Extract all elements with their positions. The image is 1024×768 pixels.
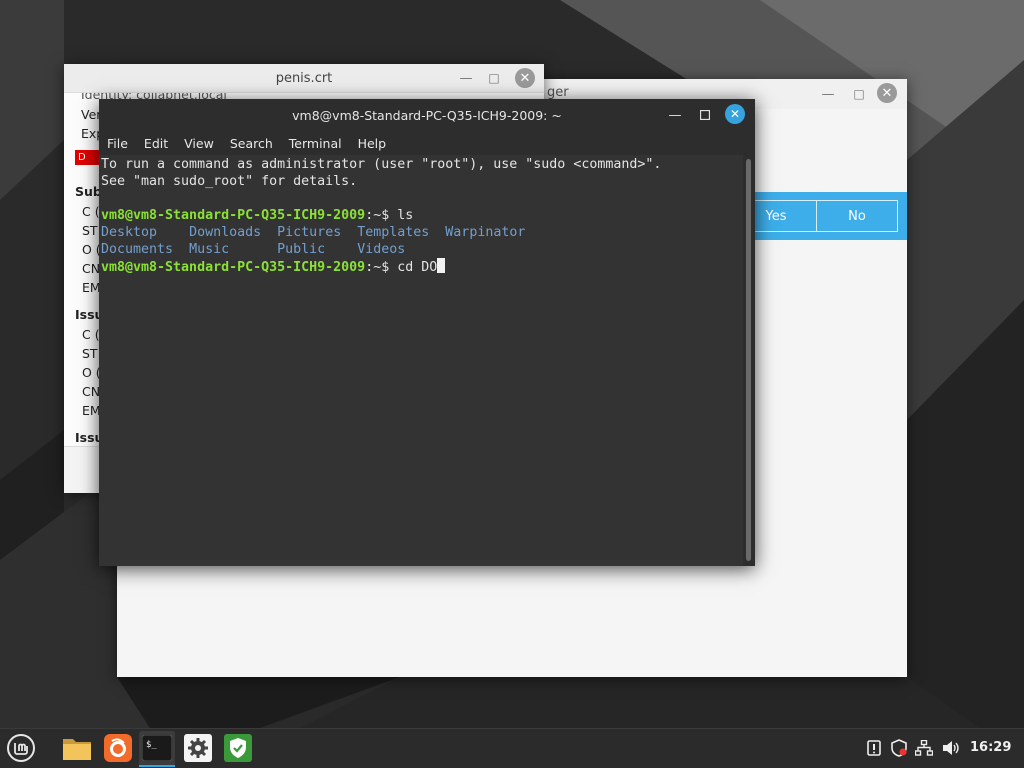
issuer-cn: CN [82, 384, 101, 399]
window-title-fragment: ger [547, 85, 569, 100]
network-icon[interactable] [914, 738, 934, 758]
dir-entry: Videos [357, 242, 406, 257]
maximize-button[interactable]: □ [850, 85, 868, 103]
maximize-button[interactable] [697, 107, 713, 123]
ls-output-row: Documents Music Public Videos [101, 241, 743, 258]
intro-line: See "man sudo_root" for details. [101, 174, 358, 189]
subject-o: O ( [82, 242, 101, 257]
menu-icon[interactable] [6, 733, 36, 763]
command-text: cd DO [397, 260, 438, 275]
terminal-icon[interactable]: $_ [142, 733, 172, 763]
dir-entry: Music [189, 242, 230, 257]
menu-search[interactable]: Search [222, 136, 281, 151]
issuer-st: ST [82, 346, 98, 361]
minimize-button[interactable]: — [458, 70, 474, 86]
svg-text:$_: $_ [146, 740, 157, 750]
terminal-window: vm8@vm8-Standard-PC-Q35-ICH9-2009: ~ — ✕… [99, 99, 755, 566]
prompt-line: vm8@vm8-Standard-PC-Q35-ICH9-2009:~$ cd … [101, 258, 743, 275]
minimize-button[interactable]: — [667, 107, 683, 123]
close-button[interactable]: ✕ [725, 104, 745, 124]
dir-entry: Desktop [101, 225, 158, 240]
menu-terminal[interactable]: Terminal [281, 136, 350, 151]
terminal-scrollbar[interactable] [744, 155, 755, 566]
shield-icon[interactable] [889, 738, 909, 758]
dir-entry: Templates [357, 225, 430, 240]
subject-cn: CN [82, 261, 101, 276]
volume-icon[interactable] [940, 738, 962, 758]
maximize-button[interactable]: □ [486, 70, 502, 86]
subject-c: C ( [82, 204, 100, 219]
issuer-em: EM [82, 403, 101, 418]
menu-help[interactable]: Help [350, 136, 395, 151]
menu-view[interactable]: View [176, 136, 222, 151]
window-title: vm8@vm8-Standard-PC-Q35-ICH9-2009: ~ [292, 107, 562, 123]
menu-file[interactable]: File [99, 136, 136, 151]
files-icon[interactable] [62, 733, 92, 763]
update-manager-icon[interactable] [223, 733, 253, 763]
dir-entry: Public [277, 242, 326, 257]
notification-icon[interactable] [864, 738, 884, 758]
settings-icon[interactable] [183, 733, 213, 763]
prompt-line: vm8@vm8-Standard-PC-Q35-ICH9-2009:~$ ls [101, 207, 743, 224]
clock[interactable]: 16:29 [970, 740, 1011, 755]
taskbar: $_ 16:29 [0, 728, 1024, 768]
active-indicator [139, 765, 175, 767]
no-button[interactable]: No [816, 200, 898, 232]
command-text: ls [397, 208, 414, 223]
prompt-path: :~$ [365, 208, 398, 223]
minimize-button[interactable]: — [819, 85, 837, 103]
prompt-user: vm8@vm8-Standard-PC-Q35-ICH9-2009 [101, 208, 366, 223]
close-button[interactable]: ✕ [515, 68, 535, 88]
menu-edit[interactable]: Edit [136, 136, 176, 151]
scrollbar-thumb[interactable] [746, 159, 751, 561]
issuer-c: C ( [82, 327, 100, 342]
subject-st: ST [82, 223, 98, 238]
text-cursor [437, 258, 446, 273]
firefox-icon[interactable] [103, 733, 133, 763]
dir-entry: Warpinator [445, 225, 526, 240]
dir-entry: Downloads [189, 225, 262, 240]
issuer-o: O ( [82, 365, 101, 380]
terminal-output[interactable]: To run a command as administrator (user … [99, 155, 743, 566]
intro-line: To run a command as administrator (user … [101, 157, 662, 172]
dir-entry: Documents [101, 242, 174, 257]
prompt-user: vm8@vm8-Standard-PC-Q35-ICH9-2009 [101, 260, 366, 275]
terminal-titlebar[interactable]: vm8@vm8-Standard-PC-Q35-ICH9-2009: ~ [99, 99, 755, 131]
terminal-menubar: File Edit View Search Terminal Help [99, 131, 755, 155]
window-title: penis.crt [275, 70, 333, 86]
prompt-path: :~$ [365, 260, 398, 275]
subject-em: EM [82, 280, 101, 295]
ls-output-row: Desktop Downloads Pictures Templates War… [101, 224, 743, 241]
dir-entry: Pictures [277, 225, 342, 240]
close-button[interactable]: ✕ [877, 83, 897, 103]
